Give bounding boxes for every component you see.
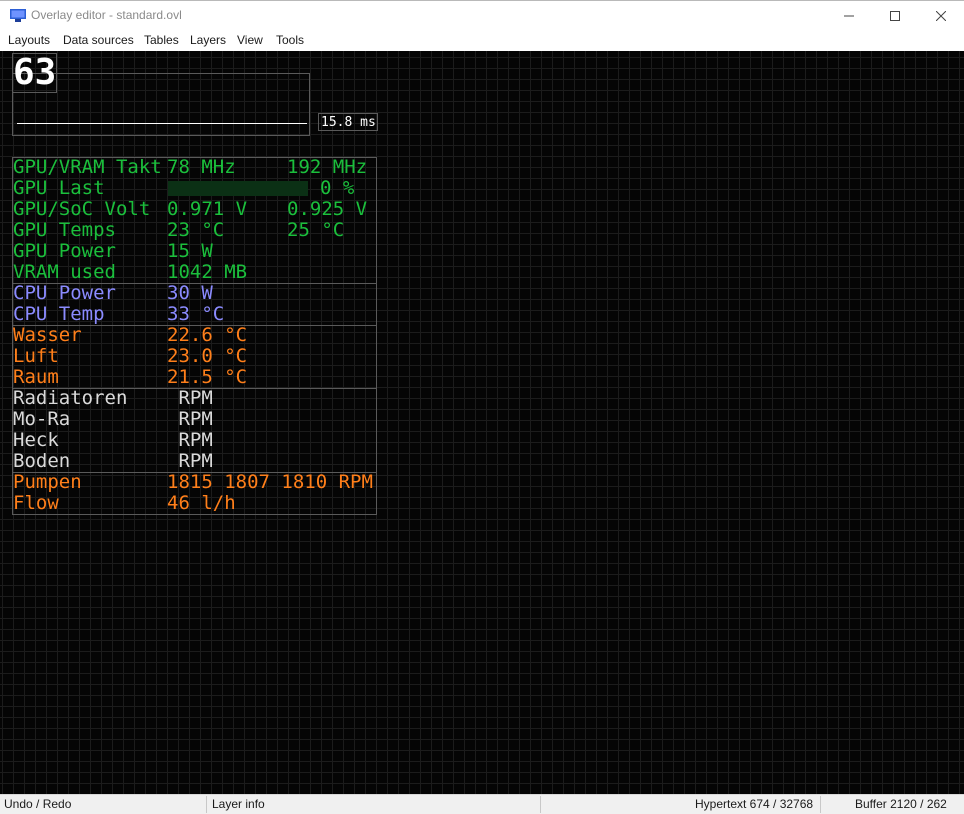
title-bar: Overlay editor - standard.ovl [0, 0, 964, 30]
status-divider [206, 796, 207, 813]
menu-view[interactable]: View [237, 33, 263, 47]
sensor-value: 1042 MB [167, 261, 248, 283]
sensor-value: 21.5 °C [167, 366, 248, 388]
minimize-button[interactable] [826, 1, 872, 31]
status-bar: Undo / Redo Layer info Hypertext 674 / 3… [0, 794, 964, 814]
sensor-row: CPU Temp 33 °C [12, 304, 377, 325]
menu-bar: Layouts Data sources Tables Layers View … [0, 30, 964, 51]
sensor-label: Wasser [13, 324, 82, 346]
monitor-icon [10, 9, 26, 22]
maximize-button[interactable] [872, 1, 918, 31]
sensor-label: GPU/VRAM Takt [13, 156, 162, 178]
sensor-value-secondary: 0 % [320, 177, 355, 199]
sensor-row: GPU Power 15 W [12, 241, 377, 262]
menu-layers[interactable]: Layers [190, 33, 226, 47]
sensor-value: RPM [167, 450, 213, 472]
sensor-value: 15 W [167, 240, 213, 262]
sensor-label: VRAM used [13, 261, 116, 283]
sensor-value: 46 l/h [167, 492, 236, 514]
window-title: Overlay editor - standard.ovl [31, 8, 182, 22]
sensor-value: 1815 1807 1810 RPM [167, 471, 373, 493]
sensor-label: Raum [13, 366, 59, 388]
sensor-label: Flow [13, 492, 59, 514]
sensor-row: CPU Power 30 W [12, 283, 377, 304]
frametime-layer[interactable]: 15.8 ms [318, 113, 378, 131]
sensor-table[interactable]: GPU/VRAM Takt 78 MHz 192 MHz GPU Last 0 % GPU… [12, 157, 377, 515]
status-layer-info: Layer info [212, 797, 265, 811]
fps-layer[interactable]: 63 [12, 53, 57, 93]
sensor-value: 30 W [167, 282, 213, 304]
menu-tables[interactable]: Tables [144, 33, 179, 47]
sensor-row: Boden RPM [12, 451, 377, 472]
sensor-label: Pumpen [13, 471, 82, 493]
menu-layouts[interactable]: Layouts [8, 33, 50, 47]
sensor-row: GPU Last 0 % [12, 178, 377, 199]
status-hypertext: Hypertext 674 / 32768 [695, 797, 814, 811]
menu-tools[interactable]: Tools [276, 33, 304, 47]
sensor-row: GPU/VRAM Takt 78 MHz 192 MHz [12, 157, 377, 178]
sensor-row: Flow 46 l/h [12, 493, 377, 514]
sensor-row: VRAM used 1042 MB [12, 262, 377, 283]
sensor-row: Mo-Ra RPM [12, 409, 377, 430]
sensor-row: GPU/SoC Volt 0.971 V 0.925 V [12, 199, 377, 220]
sensor-label: GPU/SoC Volt [13, 198, 151, 220]
close-icon [936, 11, 946, 21]
sensor-label: GPU Last [13, 177, 105, 199]
sensor-row: Raum 21.5 °C [12, 367, 377, 388]
sensor-value: RPM [167, 408, 213, 430]
sensor-value: 0.971 V [167, 198, 248, 220]
sensor-value-secondary: 25 °C [287, 219, 345, 241]
minimize-icon [844, 15, 854, 17]
sensor-label: GPU Temps [13, 219, 116, 241]
sensor-row: GPU Temps 23 °C 25 °C [12, 220, 377, 241]
sensor-value: RPM [167, 387, 213, 409]
sensor-value-secondary: 0.925 V [287, 198, 368, 220]
fps-value: 63 [13, 52, 57, 93]
sensor-value: 23 °C [167, 219, 225, 241]
menu-data-sources[interactable]: Data sources [63, 33, 134, 47]
frametime-line [17, 123, 307, 124]
gpu-load-bar [168, 181, 308, 196]
status-buffer: Buffer 2120 / 262 [855, 797, 947, 811]
frametime-value: 15.8 ms [321, 115, 376, 130]
sensor-value: 23.0 °C [167, 345, 248, 367]
sensor-label: Mo-Ra [13, 408, 71, 430]
sensor-row: Radiatoren RPM [12, 388, 377, 409]
sensor-value: 78 MHz [167, 156, 236, 178]
status-divider [820, 796, 821, 813]
maximize-icon [890, 11, 900, 21]
sensor-value-secondary: 192 MHz [287, 156, 368, 178]
status-undo-redo[interactable]: Undo / Redo [4, 795, 71, 814]
sensor-row: Luft 23.0 °C [12, 346, 377, 367]
sensor-value: RPM [167, 429, 213, 451]
sensor-row: Wasser 22.6 °C [12, 325, 377, 346]
sensor-value: 22.6 °C [167, 324, 248, 346]
status-divider [540, 796, 541, 813]
sensor-row: Heck RPM [12, 430, 377, 451]
sensor-value: 33 °C [167, 303, 225, 325]
close-button[interactable] [918, 1, 964, 31]
sensor-label: CPU Temp [13, 303, 105, 325]
sensor-label: CPU Power [13, 282, 116, 304]
overlay-canvas[interactable]: 63 15.8 ms GPU/VRAM Takt 78 MHz 192 MHz GPU… [0, 51, 964, 794]
sensor-label: Luft [13, 345, 59, 367]
sensor-label: GPU Power [13, 240, 116, 262]
sensor-label: Boden [13, 450, 71, 472]
sensor-label: Heck [13, 429, 59, 451]
sensor-label: Radiatoren [13, 387, 128, 409]
sensor-row: Pumpen 1815 1807 1810 RPM [12, 472, 377, 493]
